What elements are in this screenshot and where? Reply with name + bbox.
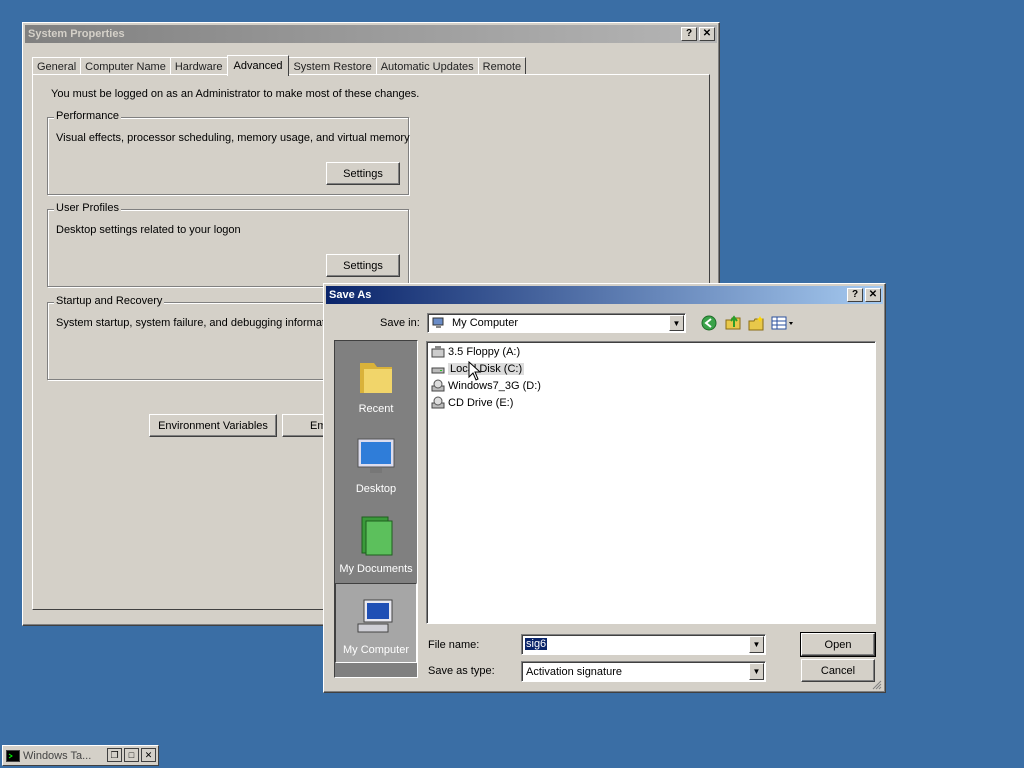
floppy-icon xyxy=(431,345,445,359)
save-as-type-label: Save as type: xyxy=(428,665,495,677)
up-folder-icon[interactable] xyxy=(724,313,742,331)
file-name-input[interactable]: sig6 ▼ xyxy=(521,634,766,655)
taskbar-item[interactable]: Windows Ta... ❐ □ ✕ xyxy=(2,745,159,766)
maximize-icon[interactable]: □ xyxy=(124,748,139,762)
startup-recovery-label: Startup and Recovery xyxy=(54,295,165,307)
cd-icon xyxy=(431,396,445,410)
file-name-label: File name: xyxy=(428,639,480,651)
tab-advanced[interactable]: Advanced xyxy=(226,55,290,76)
cd-icon xyxy=(431,379,445,393)
tab-strip: General Computer Name Hardware Advanced … xyxy=(32,53,527,76)
chevron-down-icon[interactable]: ▼ xyxy=(749,636,764,653)
list-item[interactable]: 3.5 Floppy (A:) xyxy=(431,344,520,360)
list-item[interactable]: Windows7_3G (D:) xyxy=(431,378,541,394)
place-my-documents[interactable]: My Documents xyxy=(335,501,417,581)
system-properties-titlebar[interactable]: System Properties ? ✕ xyxy=(25,25,717,43)
place-my-computer[interactable]: My Computer xyxy=(335,583,417,663)
restore-icon[interactable]: ❐ xyxy=(107,748,122,762)
startup-recovery-description: System startup, system failure, and debu… xyxy=(56,317,340,329)
desktop-icon xyxy=(356,435,396,477)
new-folder-icon[interactable] xyxy=(747,314,765,332)
user-profiles-group: User Profiles Desktop settings related t… xyxy=(47,202,409,287)
tab-computer-name[interactable]: Computer Name xyxy=(80,57,171,75)
close-button[interactable]: ✕ xyxy=(865,288,881,302)
places-bar: Recent Desktop My Documents My Computer xyxy=(334,340,418,678)
chevron-down-icon[interactable]: ▼ xyxy=(669,315,684,331)
computer-icon xyxy=(432,317,446,328)
place-desktop[interactable]: Desktop xyxy=(335,421,417,501)
save-in-dropdown[interactable]: My Computer ▼ xyxy=(427,313,686,333)
computer-icon xyxy=(356,596,396,638)
performance-description: Visual effects, processor scheduling, me… xyxy=(56,132,410,144)
mouse-cursor-icon xyxy=(468,360,482,381)
place-recent[interactable]: Recent xyxy=(335,341,417,421)
folder-icon xyxy=(356,355,396,397)
performance-label: Performance xyxy=(54,110,121,122)
terminal-icon xyxy=(6,749,20,762)
resize-grip-icon[interactable] xyxy=(870,678,882,690)
close-button[interactable]: ✕ xyxy=(699,27,715,41)
close-icon[interactable]: ✕ xyxy=(141,748,156,762)
tab-remote[interactable]: Remote xyxy=(477,57,527,75)
tab-automatic-updates[interactable]: Automatic Updates xyxy=(375,57,479,75)
help-button[interactable]: ? xyxy=(847,288,863,302)
chevron-down-icon[interactable]: ▼ xyxy=(749,663,764,680)
file-list[interactable]: 3.5 Floppy (A:) Local Disk (C:) Windows7… xyxy=(426,341,876,624)
save-as-type-select[interactable]: Activation signature ▼ xyxy=(521,661,766,682)
user-profiles-label: User Profiles xyxy=(54,202,121,214)
save-in-value: My Computer xyxy=(452,317,519,329)
system-properties-title: System Properties xyxy=(28,28,125,40)
list-item[interactable]: CD Drive (E:) xyxy=(431,395,513,411)
cancel-button[interactable]: Cancel xyxy=(801,659,875,682)
tab-system-restore[interactable]: System Restore xyxy=(288,57,377,75)
save-as-titlebar[interactable]: Save As ? ✕ xyxy=(326,286,883,304)
taskbar-item-label: Windows Ta... xyxy=(23,749,92,762)
tab-hardware[interactable]: Hardware xyxy=(169,57,228,75)
user-profiles-description: Desktop settings related to your logon xyxy=(56,224,241,236)
save-as-type-value: Activation signature xyxy=(526,666,622,678)
help-button[interactable]: ? xyxy=(681,27,697,41)
environment-variables-button[interactable]: Environment Variables xyxy=(149,414,277,437)
performance-settings-button[interactable]: Settings xyxy=(326,162,400,185)
user-profiles-settings-button[interactable]: Settings xyxy=(326,254,400,277)
save-in-label: Save in: xyxy=(380,317,420,329)
tab-general[interactable]: General xyxy=(32,57,82,75)
performance-group: Performance Visual effects, processor sc… xyxy=(47,110,410,195)
admin-note: You must be logged on as an Administrato… xyxy=(51,88,420,100)
open-button[interactable]: Open xyxy=(800,632,876,657)
save-as-title: Save As xyxy=(329,289,372,301)
view-menu-icon[interactable] xyxy=(771,315,795,331)
file-name-value: sig6 xyxy=(525,638,548,650)
documents-icon xyxy=(356,515,396,557)
harddisk-icon xyxy=(431,362,445,376)
back-arrow-icon[interactable] xyxy=(701,315,717,331)
